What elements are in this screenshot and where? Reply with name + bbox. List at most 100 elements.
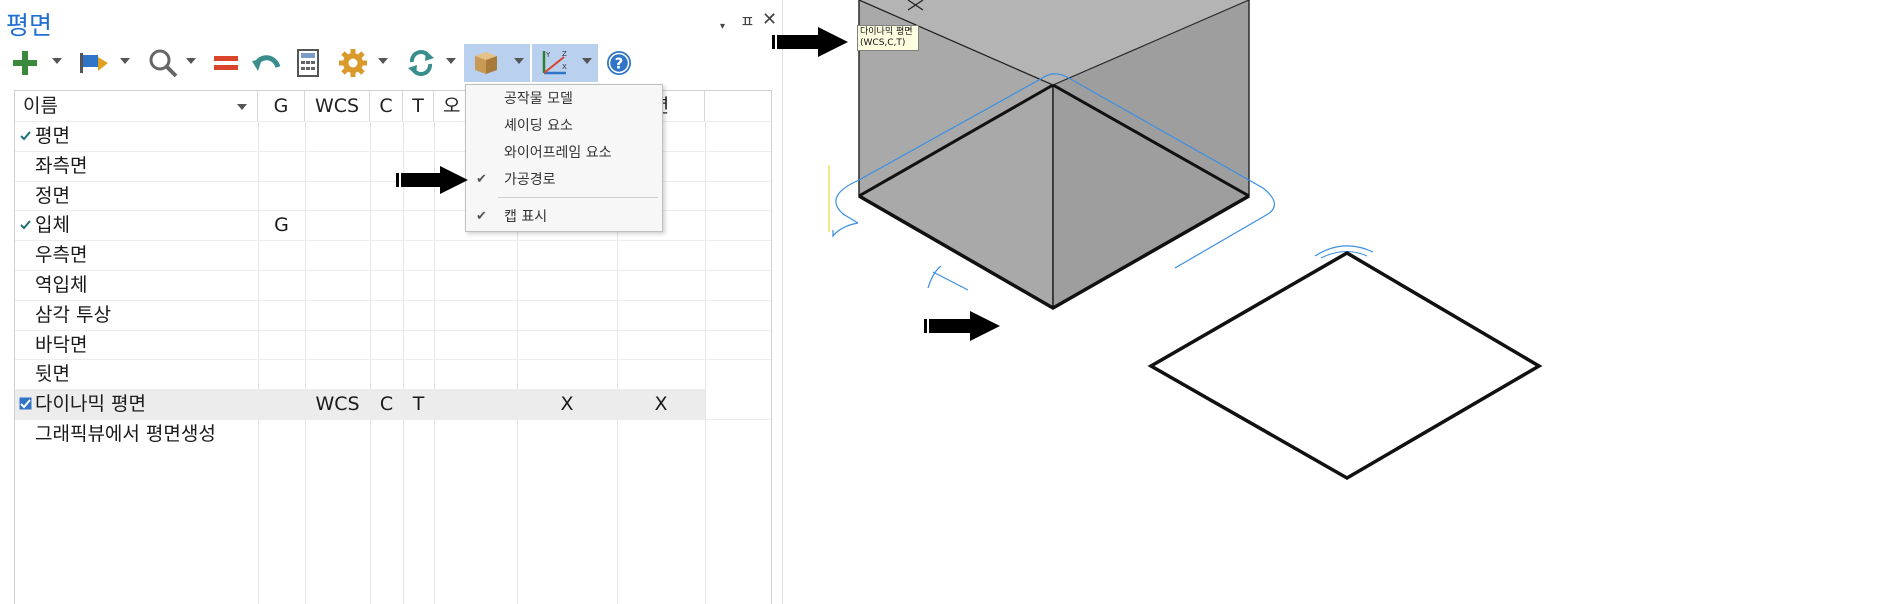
cell-c: [370, 211, 403, 240]
cell-6: [517, 241, 617, 270]
table-row[interactable]: 바닥면: [15, 329, 771, 360]
cell-t: [403, 301, 434, 330]
find-plane-button[interactable]: [146, 44, 180, 82]
flag-icon: [80, 53, 108, 73]
close-icon[interactable]: ✕: [762, 11, 777, 29]
row-name: 바닥면: [35, 333, 88, 356]
pin-icon[interactable]: ㅍ: [740, 14, 755, 30]
help-icon: ?: [607, 51, 631, 75]
menu-item-show-cap[interactable]: ✔ 캡 표시: [466, 206, 662, 228]
tooltip-line-1: 다이나믹 평면: [860, 27, 913, 37]
undo-button[interactable]: [250, 44, 282, 82]
menu-item-label: 공작물 모델: [504, 91, 573, 107]
cell-6: [517, 301, 617, 330]
table-row[interactable]: 우측면: [15, 240, 771, 270]
cell-c: [370, 241, 403, 270]
cell-g: [258, 241, 305, 270]
cell-wcs: [305, 360, 370, 389]
cell-6: [517, 331, 617, 360]
cell-t: [403, 241, 434, 270]
column-header-wcs[interactable]: WCS: [305, 91, 370, 121]
cell-t: [403, 360, 434, 389]
menu-item-toolpaths[interactable]: ✔ 가공경로: [466, 169, 662, 191]
equal-plane-button[interactable]: [210, 44, 242, 82]
table-row[interactable]: 삼각 투상: [15, 299, 771, 330]
cell-g: [258, 301, 305, 330]
cell-option: [617, 331, 705, 360]
panel-menu-dropdown-icon[interactable]: ▾: [720, 19, 725, 35]
cell-t: [403, 122, 434, 151]
menu-separator: [498, 197, 658, 198]
column-header-t[interactable]: T: [403, 91, 434, 121]
annotation-arrow-icon: [772, 27, 848, 57]
menu-item-label: 셰이딩 요소: [504, 118, 573, 134]
help-button[interactable]: ?: [602, 44, 636, 82]
cell-t: [403, 331, 434, 360]
settings-button[interactable]: [336, 44, 370, 82]
settings-dropdown-icon[interactable]: [378, 58, 388, 64]
svg-text:Y: Y: [545, 51, 551, 59]
table-row[interactable]: 다이나믹 평면 WCS C T X X: [15, 389, 705, 419]
cell-g: [258, 390, 305, 419]
add-plane-button[interactable]: [10, 44, 40, 82]
menu-item-stock-model[interactable]: 공작물 모델: [466, 88, 662, 110]
calculator-button[interactable]: [292, 44, 324, 82]
add-plane-dropdown-icon[interactable]: [52, 58, 62, 64]
sort-dropdown-icon[interactable]: [237, 104, 247, 110]
cell-6: X: [560, 393, 574, 416]
cell-g: [258, 182, 305, 211]
row-name: 그래픽뷰에서 평면생성: [35, 423, 216, 445]
row-name: 우측면: [35, 244, 88, 267]
column-header-name[interactable]: 이름: [15, 91, 258, 121]
cell-c: [370, 420, 403, 449]
cell-wcs: [305, 152, 370, 181]
cell-wcs: [305, 241, 370, 270]
column-header-g[interactable]: G: [258, 91, 305, 121]
table-row[interactable]: 역입체: [15, 270, 771, 300]
set-plane-button[interactable]: [76, 44, 110, 82]
checkbox-checked-icon[interactable]: [19, 397, 32, 410]
table-row[interactable]: 그래픽뷰에서 평면생성: [15, 419, 771, 449]
tooltip-line-2: (WCS,C,T): [860, 38, 906, 48]
cell-t: [403, 420, 434, 449]
table-row[interactable]: 뒷면: [15, 359, 771, 389]
cell-wcs: [305, 331, 370, 360]
row-name: 역입체: [35, 274, 88, 296]
cell-wcs: [305, 211, 370, 240]
find-plane-dropdown-icon[interactable]: [186, 58, 196, 64]
svg-text:X: X: [562, 63, 567, 71]
cell-wcs: [305, 420, 370, 449]
cell-g: [258, 122, 305, 151]
graphics-viewport[interactable]: [782, 0, 1900, 604]
menu-item-label: 캡 표시: [504, 209, 548, 225]
equal-icon: [214, 56, 238, 70]
cell-c: [370, 360, 403, 389]
row-name: 좌측면: [35, 154, 88, 177]
column-header-c[interactable]: C: [370, 91, 403, 121]
menu-item-shaded-entities[interactable]: 셰이딩 요소: [466, 115, 662, 137]
cell-g: [258, 331, 305, 360]
set-plane-dropdown-icon[interactable]: [120, 58, 130, 64]
annotation-arrow-icon: [924, 311, 1000, 341]
cell-option: [617, 241, 705, 270]
row-name: 뒷면: [35, 363, 70, 386]
cell-option: [617, 360, 705, 389]
refresh-button[interactable]: [404, 44, 438, 82]
cell-option: [617, 271, 705, 300]
cell-6: [517, 271, 617, 300]
display-options-dropdown-icon[interactable]: [514, 58, 524, 64]
checkmark-icon[interactable]: [19, 218, 32, 231]
cell-wcs: [305, 182, 370, 211]
cell-g: [258, 360, 305, 389]
refresh-dropdown-icon[interactable]: [446, 58, 456, 64]
checkmark-icon[interactable]: [19, 129, 32, 142]
stock-model-icon: [475, 52, 497, 74]
menu-item-wireframe-entities[interactable]: 와이어프레임 요소: [466, 142, 662, 164]
cell-option: X: [654, 393, 668, 416]
cell-wcs: [305, 271, 370, 300]
cell-wcs: [305, 122, 370, 151]
axis-display-dropdown-icon[interactable]: [582, 58, 592, 64]
planes-panel: 평면 ▾ ㅍ ✕ YXZ ? 이름 G WCS C T 오 평면 좌측면 정면 …: [0, 0, 782, 604]
row-name: 입체: [35, 214, 70, 237]
row-name: 평면: [35, 125, 70, 147]
